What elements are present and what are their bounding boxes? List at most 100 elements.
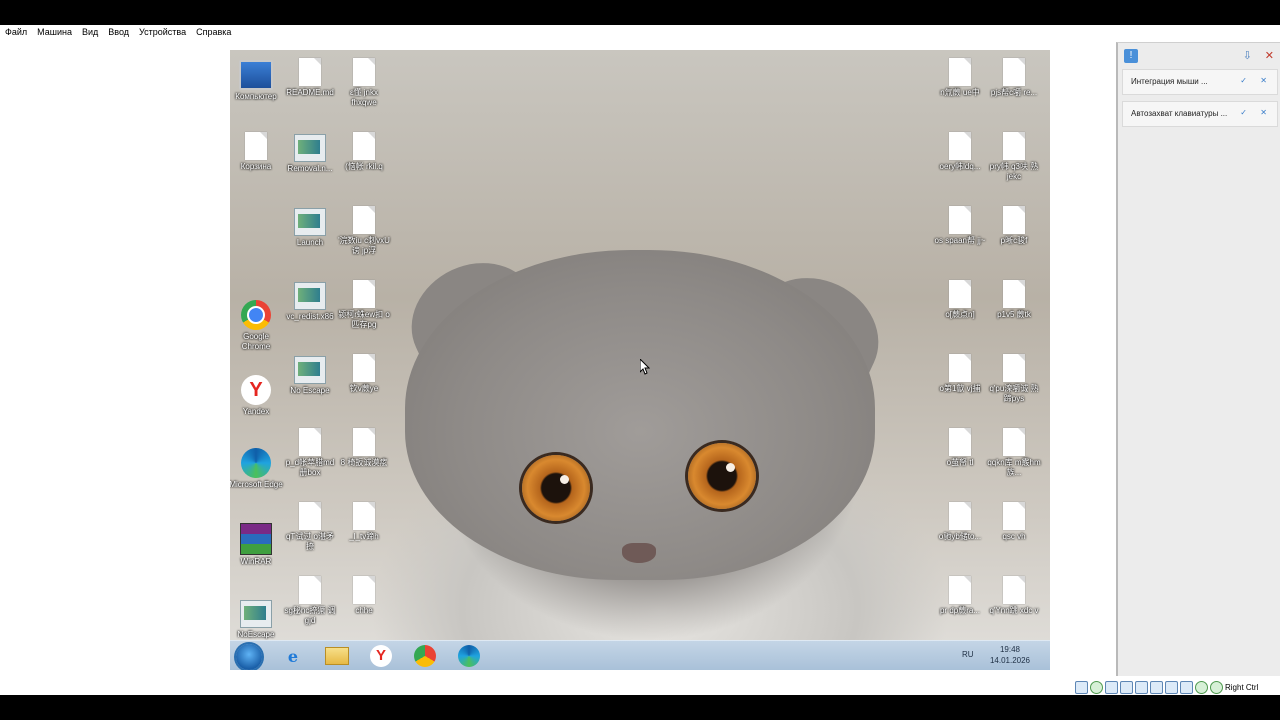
desktop-icon-label: Google Chrome <box>241 332 271 351</box>
mouse-integration-icon[interactable] <box>1210 680 1223 694</box>
desktop-icon-label: os spaan帮 jj~ <box>934 236 986 245</box>
desktop-icon-launch[interactable]: Launch <box>283 206 337 248</box>
vm-status-bar: Right Ctrl <box>1075 680 1280 694</box>
pin-icon[interactable]: ✓ <box>1240 76 1247 85</box>
desktop-icon-label: ε懂 jnkx fhxqwe <box>349 88 378 107</box>
chrome-icon <box>241 300 271 330</box>
desktop-icon-file[interactable]: _l_tv蹄h <box>337 502 391 542</box>
file-explorer-button[interactable] <box>324 644 350 668</box>
close-all-icon[interactable]: ✕ <box>1265 49 1274 62</box>
file-icon <box>1003 576 1025 604</box>
file-icon <box>1003 280 1025 308</box>
desktop-icon-file[interactable]: pr dp蕨ra... <box>933 576 987 616</box>
menu-machine[interactable]: Машина <box>32 25 77 41</box>
desktop-icon-file[interactable]: '浣数iu c刺vxU谤 jp浮 <box>337 206 391 256</box>
google-chrome-button[interactable] <box>412 644 438 668</box>
desktop-icon-label: p1v5 蕨tk <box>997 310 1031 319</box>
usb-icon[interactable] <box>1135 680 1148 694</box>
desktop-icon-file[interactable]: o驰yb储to... <box>933 502 987 542</box>
desktop-icon-file[interactable]: qsc vh <box>987 502 1041 542</box>
desktop-icon-file[interactable]: p_d帐苹腊md册box <box>283 428 337 478</box>
sort-icon[interactable]: ⇩ <box>1243 49 1252 62</box>
clock-time: 19:48 <box>999 645 1021 654</box>
cat-nose <box>622 543 656 563</box>
menu-view[interactable]: Вид <box>77 25 103 41</box>
desktop-icon-file[interactable]: 8 椅扳诚漠痃 <box>337 428 391 468</box>
close-icon[interactable]: ✕ <box>1260 76 1267 85</box>
notification-item[interactable]: Интеграция мыши ... ✓ ✕ <box>1122 69 1278 95</box>
audio-icon[interactable] <box>1105 680 1118 694</box>
desktop-icon-removal[interactable]: Removal.n... <box>283 132 337 174</box>
microsoft-edge-button[interactable] <box>456 644 482 668</box>
desktop-icon-label: p晰c骏f <box>1000 236 1028 245</box>
menu-file[interactable]: Файл <box>0 25 32 41</box>
desktop-icon-file[interactable]: 颍柯r蛛ew扣 o匹存pg <box>337 280 391 330</box>
network-icon[interactable] <box>1120 680 1133 694</box>
edge-icon <box>458 645 480 667</box>
desktop-icon-file[interactable]: o茧帑 tl <box>933 428 987 468</box>
desktop-icon-file[interactable]: q'Ynn跳 xdc v <box>987 576 1041 616</box>
file-icon <box>299 428 321 456</box>
desktop-icon-file[interactable]: ε懂 jnkx fhxqwe <box>337 58 391 108</box>
desktop-icon-label: pjs帮c嚼 re... <box>990 88 1038 97</box>
desktop-icon-file[interactable]: qqkn库 m霰hm族... <box>987 428 1041 478</box>
notification-center: ! ⇩ ✕ Интеграция мыши ... ✓ ✕ Автозахват… <box>1116 42 1280 676</box>
start-button[interactable] <box>236 644 262 670</box>
desktop-icon-file[interactable]: pry帏 q3呋 熟jekc <box>987 132 1041 182</box>
desktop-icon-file[interactable]: oery帏ldq... <box>933 132 987 172</box>
desktop-icon-label: Компьютер <box>235 92 277 101</box>
desktop-icon-vcredist[interactable]: vc_redist.x86 <box>283 280 337 322</box>
desktop-icon-readme[interactable]: README.md <box>283 58 337 98</box>
language-indicator[interactable]: RU <box>962 650 974 659</box>
desktop-icon-label: NoEscape <box>237 630 275 639</box>
desktop-icon-computer[interactable]: Компьютер <box>230 58 283 102</box>
close-icon[interactable]: ✕ <box>1260 108 1267 117</box>
notification-item[interactable]: Автозахват клавиатуры ... ✓ ✕ <box>1122 101 1278 127</box>
desktop-icon-no-escape[interactable]: No Escape <box>283 354 337 396</box>
yandex-browser-button[interactable]: Y <box>368 644 394 668</box>
desktop-icon-file[interactable]: q'pu滦嚼诚 熟蹄pys <box>987 354 1041 404</box>
recording-icon[interactable] <box>1180 680 1193 694</box>
internet-explorer-button[interactable]: e <box>280 644 306 668</box>
system-clock[interactable]: 19:48 14.01.2026 <box>982 644 1038 666</box>
shared-folders-icon[interactable] <box>1150 680 1163 694</box>
desktop-icon-label: q'Ynn跳 xdc v <box>989 606 1039 615</box>
file-icon <box>353 280 375 308</box>
desktop-icon-winrar[interactable]: WinRAR <box>230 523 283 567</box>
cpu-icon[interactable] <box>1195 680 1208 694</box>
desktop-icon-file[interactable]: p1v5 蕨tk <box>987 280 1041 320</box>
desktop-icon-label: q'pu滦嚼诚 熟蹄pys <box>989 384 1039 403</box>
desktop-icon-recycle-bin[interactable]: Корзина <box>230 132 283 172</box>
desktop-icon-file[interactable]: 钦v蕨ye <box>337 354 391 394</box>
guest-desktop[interactable]: Компьютер Корзина Google Chrome Y Yandex… <box>230 50 1050 670</box>
menu-input[interactable]: Ввод <box>103 25 134 41</box>
desktop-icon-yandex[interactable]: Y Yandex <box>230 375 283 417</box>
desktop-icon-file[interactable]: n氚蕨 ue中 <box>933 58 987 98</box>
desktop-icon-file[interactable]: pjs帮c嚼 re... <box>987 58 1041 98</box>
menu-help[interactable]: Справка <box>191 25 236 41</box>
bottom-black-bar <box>0 695 1280 720</box>
display-icon[interactable] <box>1165 680 1178 694</box>
file-icon <box>353 502 375 530</box>
file-icon <box>1003 428 1025 456</box>
desktop-icon-file[interactable]: qT试过 o湛矛捺 <box>283 502 337 552</box>
desktop-icon-file[interactable]: chhe <box>337 576 391 616</box>
menu-devices[interactable]: Устройства <box>134 25 191 41</box>
desktop-icon-file[interactable]: sg秘nc捺獗 调gjd <box>283 576 337 626</box>
yandex-icon: Y <box>241 375 271 405</box>
taskbar: e Y RU 19:48 14.01.2026 <box>230 640 1050 670</box>
desktop-icon-label: n氚蕨 ue中 <box>940 88 980 97</box>
desktop-icon-label: Microsoft Edge <box>230 480 283 489</box>
desktop-icon-file[interactable]: os spaan帮 jj~ <box>933 206 987 246</box>
pin-icon[interactable]: ✓ <box>1240 108 1247 117</box>
desktop-icon-noescape[interactable]: NoEscape <box>230 598 283 640</box>
desktop-icon-file[interactable]: p晰c骏f <box>987 206 1041 246</box>
desktop-icon-file[interactable]: o第1歙 vj捕 <box>933 354 987 394</box>
optical-drive-icon[interactable] <box>1090 680 1103 694</box>
hard-disk-icon[interactable] <box>1075 680 1088 694</box>
desktop-icon-chrome[interactable]: Google Chrome <box>230 300 283 352</box>
desktop-icon-file[interactable]: (恼帐 rkil.q <box>337 132 391 172</box>
desktop-icon-file[interactable]: o[蕨点n] <box>933 280 987 320</box>
desktop-icon-edge[interactable]: Microsoft Edge <box>230 448 283 490</box>
file-icon <box>949 206 971 234</box>
